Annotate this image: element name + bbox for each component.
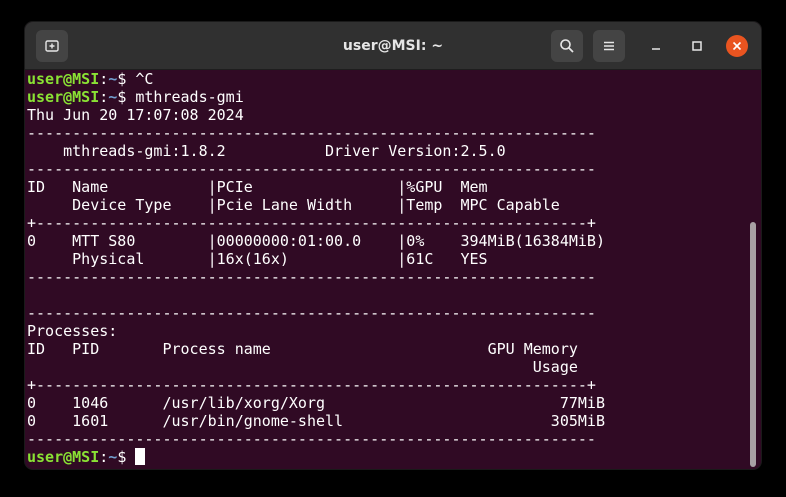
output-line: ----------------------------------------… [27, 430, 596, 448]
output-line: ID Name |PCIe |%GPU Mem [27, 178, 488, 196]
prompt-path: ~ [108, 70, 118, 88]
output-line: Usage [27, 358, 578, 376]
hamburger-menu-icon [604, 41, 614, 51]
output-line: 0 MTT S80 |00000000:01:00.0 |0% 394MiB(1… [27, 232, 605, 250]
output-line: ----------------------------------------… [27, 160, 596, 178]
output-line: 0 1601 /usr/bin/gnome-shell 305MiB [27, 412, 605, 430]
new-tab-icon [45, 40, 59, 52]
output-line: Physical |16x(16x) |61C YES [27, 250, 488, 268]
output-line: 0 1046 /usr/lib/xorg/Xorg 77MiB [27, 394, 605, 412]
text-cursor [135, 448, 146, 465]
output-line: Device Type |Pcie Lane Width |Temp MPC C… [27, 196, 560, 214]
prompt-separator: : [99, 70, 109, 88]
prompt-symbol: $ [117, 70, 136, 88]
maximize-icon [692, 41, 702, 51]
prompt-symbol: $ [117, 448, 136, 466]
new-tab-button[interactable] [36, 30, 68, 62]
prompt-line: user@MSI:~$ [27, 448, 751, 466]
prompt-symbol: $ [117, 88, 136, 106]
terminal-window: user@MSI: ~ user@MSI:~$ ^C user@MSI:~$ m… [25, 22, 761, 469]
title-bar: user@MSI: ~ [25, 22, 761, 70]
output-line: ID PID Process name GPU Memory [27, 340, 578, 358]
maximize-button[interactable] [686, 35, 708, 57]
prompt-separator: : [99, 448, 109, 466]
output-line: Processes: [27, 322, 118, 340]
output-line: +---------------------------------------… [27, 214, 596, 232]
prompt-user-host: user@MSI [27, 70, 100, 88]
prompt-line: user@MSI:~$ mthreads-gmi [27, 88, 751, 106]
prompt-user-host: user@MSI [27, 88, 100, 106]
output-line: ----------------------------------------… [27, 124, 596, 142]
output-line: ----------------------------------------… [27, 304, 596, 322]
scrollbar[interactable] [750, 222, 756, 467]
terminal-output[interactable]: user@MSI:~$ ^C user@MSI:~$ mthreads-gmi Th… [25, 70, 751, 469]
search-icon [560, 39, 574, 53]
command-text: mthreads-gmi [135, 88, 244, 106]
prompt-path: ~ [108, 448, 118, 466]
prompt-path: ~ [108, 88, 118, 106]
output-line: mthreads-gmi:1.8.2 Driver Version:2.5.0 [27, 142, 506, 160]
prompt-line: user@MSI:~$ ^C [27, 70, 751, 88]
search-button[interactable] [551, 30, 583, 62]
output-line: ----------------------------------------… [27, 268, 596, 286]
prompt-user-host: user@MSI [27, 448, 100, 466]
menu-button[interactable] [593, 30, 625, 62]
output-line: Thu Jun 20 17:07:08 2024 [27, 106, 244, 124]
close-icon [732, 41, 742, 51]
close-button[interactable] [726, 35, 748, 57]
command-text: ^C [135, 70, 154, 88]
output-line: +---------------------------------------… [27, 376, 596, 394]
minimize-button[interactable] [645, 35, 667, 57]
prompt-separator: : [99, 88, 109, 106]
minimize-icon [652, 48, 660, 50]
